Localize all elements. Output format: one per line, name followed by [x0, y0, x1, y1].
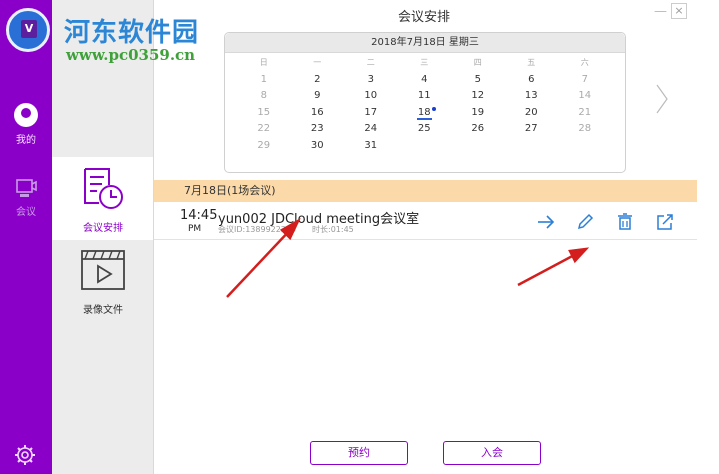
- calendar-day[interactable]: 11: [398, 88, 452, 105]
- calendar-day: [398, 138, 452, 155]
- calendar-row: 22 23 24 25 26 27 28: [237, 121, 612, 138]
- calendar-day[interactable]: 29: [237, 138, 291, 155]
- calendar-row: 日一二三四五六: [237, 55, 612, 72]
- meeting-row[interactable]: 14:45 PM yun002 JDCloud meeting会议室 会议ID:…: [154, 202, 697, 240]
- calendar-day[interactable]: 21: [558, 105, 612, 122]
- calendar-day[interactable]: 14: [558, 88, 612, 105]
- calendar-day[interactable]: 2: [291, 72, 345, 89]
- calendar-row: 15 16 17 18 19 20 21: [237, 105, 612, 122]
- calendar-day[interactable]: 7: [558, 72, 612, 89]
- rail-item-label: 我的: [16, 135, 36, 146]
- gear-icon[interactable]: [14, 444, 36, 466]
- nav-item-recordings[interactable]: 录像文件: [52, 249, 154, 319]
- calendar-day: [558, 138, 612, 155]
- weekday-label: 一: [313, 58, 322, 67]
- calendar-day[interactable]: 28: [558, 121, 612, 138]
- calendar-day[interactable]: 3: [344, 72, 398, 89]
- weekday-label: 五: [527, 58, 536, 67]
- calendar: 2018年7月18日 星期三 日一二三四五六 1 2 3 4 5 6 7 8 9 10 11 12 13 1…: [224, 32, 626, 173]
- calendar-day[interactable]: 18: [398, 105, 452, 122]
- calendar-day[interactable]: 12: [451, 88, 505, 105]
- nav-item-label: 会议安排: [83, 223, 123, 234]
- secondary-nav: 会议安排 录像文件: [52, 0, 154, 474]
- weekday-label: 六: [580, 58, 589, 67]
- calendar-day: [451, 138, 505, 155]
- schedule-clock-icon: [84, 168, 123, 209]
- calendar-day[interactable]: 16: [291, 105, 345, 122]
- video-file-icon: [81, 250, 125, 290]
- title-bar: 会议安排 — ×: [154, 0, 719, 28]
- weekday-label: 二: [366, 58, 375, 67]
- watermark-url: www.pc0359.cn: [66, 46, 196, 64]
- app-logo: V: [6, 8, 50, 52]
- weekday-label: 三: [420, 58, 429, 67]
- weekday-label: 日: [259, 58, 268, 67]
- calendar-day[interactable]: 27: [505, 121, 559, 138]
- left-rail: V 我的 会议: [0, 0, 52, 474]
- weekday-label: 四: [473, 58, 482, 67]
- calendar-row: 8 9 10 11 12 13 14: [237, 88, 612, 105]
- day-summary-bar: 7月18日(1场会议): [154, 180, 697, 202]
- arrow-right-icon[interactable]: [536, 212, 556, 232]
- calendar-day[interactable]: 24: [344, 121, 398, 138]
- calendar-row: 29 30 31: [237, 138, 612, 155]
- calendar-day[interactable]: 15: [237, 105, 291, 122]
- calendar-day[interactable]: 17: [344, 105, 398, 122]
- meeting-id: 会议ID:1389922229: [218, 225, 297, 234]
- delete-trash-icon[interactable]: [615, 212, 635, 232]
- close-button[interactable]: ×: [671, 3, 687, 19]
- chevron-right-icon[interactable]: [656, 84, 668, 114]
- calendar-day[interactable]: 6: [505, 72, 559, 89]
- calendar-day[interactable]: 1: [237, 72, 291, 89]
- calendar-day[interactable]: 4: [398, 72, 452, 89]
- nav-item-schedule[interactable]: 会议安排: [52, 157, 154, 240]
- calendar-day[interactable]: 30: [291, 138, 345, 155]
- calendar-day[interactable]: 8: [237, 88, 291, 105]
- meeting-icon: [16, 179, 37, 197]
- calendar-day[interactable]: 10: [344, 88, 398, 105]
- meeting-duration: 时长:01:45: [312, 225, 354, 234]
- calendar-day[interactable]: 22: [237, 121, 291, 138]
- nav-item-label: 录像文件: [83, 305, 123, 316]
- avatar-icon: [14, 103, 38, 127]
- minimize-button[interactable]: —: [654, 4, 667, 19]
- calendar-day[interactable]: 5: [451, 72, 505, 89]
- rail-item-meeting[interactable]: 会议: [0, 177, 52, 218]
- calendar-day[interactable]: 25: [398, 121, 452, 138]
- calendar-day[interactable]: 31: [344, 138, 398, 155]
- window-title: 会议安排: [397, 10, 450, 25]
- calendar-day[interactable]: 19: [451, 105, 505, 122]
- calendar-day[interactable]: 20: [505, 105, 559, 122]
- reserve-button[interactable]: 预约: [310, 441, 408, 465]
- calendar-row: 1234567: [237, 72, 612, 89]
- calendar-day[interactable]: 13: [505, 88, 559, 105]
- calendar-day[interactable]: 23: [291, 121, 345, 138]
- calendar-day: [505, 138, 559, 155]
- calendar-day[interactable]: 9: [291, 88, 345, 105]
- join-button[interactable]: 入会: [443, 441, 541, 465]
- calendar-header: 2018年7月18日 星期三: [225, 33, 625, 53]
- edit-pencil-icon[interactable]: [575, 212, 595, 232]
- meeting-ampm: PM: [188, 224, 202, 234]
- calendar-day[interactable]: 26: [451, 121, 505, 138]
- rail-item-label: 会议: [16, 207, 36, 218]
- meeting-time: 14:45: [180, 208, 218, 223]
- calendar-grid: 日一二三四五六 1 2 3 4 5 6 7 8 9 10 11 12 13 14 15 16 17 18 19 20 21…: [237, 55, 612, 154]
- share-export-icon[interactable]: [655, 212, 675, 232]
- rail-item-mine[interactable]: 我的: [0, 103, 52, 146]
